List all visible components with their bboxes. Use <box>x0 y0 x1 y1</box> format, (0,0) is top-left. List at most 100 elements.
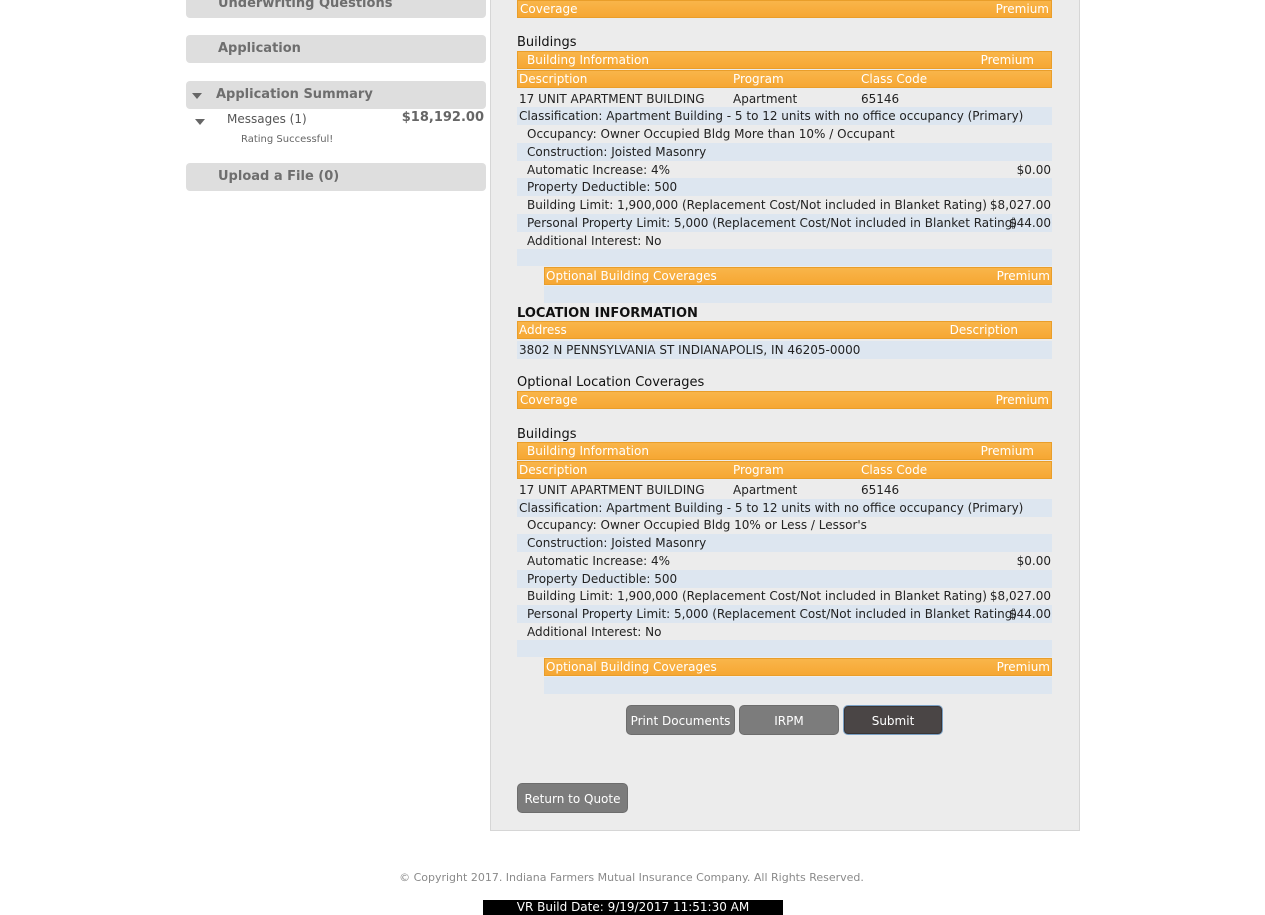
pp-limit-premium: $44.00 <box>1009 607 1051 621</box>
messages-label[interactable]: Messages (1) <box>227 112 307 126</box>
class-code-col: Class Code <box>861 72 928 86</box>
auto-increase-row: Automatic Increase: 4% $0.00 <box>517 552 1052 570</box>
occupancy-text: Occupancy: Owner Occupied Bldg More than… <box>527 127 895 141</box>
irpm-button[interactable]: IRPM <box>739 705 839 735</box>
chevron-down-icon[interactable] <box>195 119 205 125</box>
description-col: Description <box>519 463 588 477</box>
location-header-bar: Address Description <box>517 321 1052 339</box>
premium-col: Premium <box>996 269 1050 283</box>
building-limit-row: Building Limit: 1,900,000 (Replacement C… <box>517 196 1052 214</box>
auto-increase-premium: $0.00 <box>1016 163 1051 177</box>
optional-building-coverages-bar: Optional Building Coverages Premium <box>544 267 1052 285</box>
underwriting-questions-button[interactable]: Underwriting Questions <box>186 0 486 18</box>
copyright-text: © Copyright 2017. Indiana Farmers Mutual… <box>399 871 864 884</box>
blank-row <box>517 640 1052 657</box>
optional-coverages-label: Optional Building Coverages <box>546 660 717 674</box>
buildings-heading: Buildings <box>517 35 577 50</box>
pp-limit-row: Personal Property Limit: 5,000 (Replacem… <box>517 605 1052 623</box>
building-limit-row: Building Limit: 1,900,000 (Replacement C… <box>517 587 1052 605</box>
classification-row: Classification: Apartment Building - 5 t… <box>517 107 1052 125</box>
construction-text: Construction: Joisted Masonry <box>527 536 707 550</box>
rating-status: Rating Successful! <box>241 134 334 145</box>
occupancy-row: Occupancy: Owner Occupied Bldg 10% or Le… <box>517 516 1052 534</box>
occupancy-text: Occupancy: Owner Occupied Bldg 10% or Le… <box>527 518 867 532</box>
submit-button[interactable]: Submit <box>843 705 943 735</box>
pp-limit-row: Personal Property Limit: 5,000 (Replacem… <box>517 214 1052 232</box>
description-col: Description <box>949 323 1018 337</box>
blank-row <box>544 677 1052 694</box>
description-col: Description <box>519 72 588 86</box>
location-address: 3802 N PENNSYLVANIA ST INDIANAPOLIS, IN … <box>519 343 861 357</box>
classification-text: Classification: Apartment Building - 5 t… <box>519 109 1024 123</box>
location-heading: LOCATION INFORMATION <box>517 306 698 321</box>
build-date: VR Build Date: 9/19/2017 11:51:30 AM <box>483 900 783 915</box>
construction-row: Construction: Joisted Masonry <box>517 143 1052 161</box>
building-row: 17 UNIT APARTMENT BUILDING Apartment 651… <box>517 481 1052 499</box>
blank-row <box>517 249 1052 266</box>
buildings-heading: Buildings <box>517 427 577 442</box>
building-info-label: Building Information <box>527 53 649 67</box>
messages-row[interactable]: Messages (1) $18,192.00 <box>186 110 486 130</box>
building-columns-bar: Description Program Class Code <box>517 70 1052 88</box>
premium-col: Premium <box>980 444 1034 458</box>
additional-interest-text: Additional Interest: No <box>527 625 662 639</box>
building-description: 17 UNIT APARTMENT BUILDING <box>519 483 705 497</box>
premium-col: Premium <box>995 2 1049 16</box>
building-info-bar: Building Information Premium <box>517 442 1052 460</box>
auto-increase-row: Automatic Increase: 4% $0.00 <box>517 161 1052 179</box>
premium-col: Premium <box>980 53 1034 67</box>
optional-coverages-label: Optional Building Coverages <box>546 269 717 283</box>
premium-col: Premium <box>995 393 1049 407</box>
building-info-bar: Building Information Premium <box>517 51 1052 69</box>
additional-interest-row: Additional Interest: No <box>517 623 1052 641</box>
pp-limit-text: Personal Property Limit: 5,000 (Replacem… <box>527 216 1018 230</box>
building-limit-premium: $8,027.00 <box>989 589 1051 603</box>
building-program: Apartment <box>733 483 798 497</box>
classification-row: Classification: Apartment Building - 5 t… <box>517 499 1052 517</box>
additional-interest-text: Additional Interest: No <box>527 234 662 248</box>
print-documents-button[interactable]: Print Documents <box>626 705 735 735</box>
auto-increase-text: Automatic Increase: 4% <box>527 163 671 177</box>
program-col: Program <box>733 463 784 477</box>
pp-limit-premium: $44.00 <box>1009 216 1051 230</box>
application-summary-button[interactable]: Application Summary <box>186 81 486 109</box>
building-row: 17 UNIT APARTMENT BUILDING Apartment 651… <box>517 90 1052 108</box>
location-coverage-bar: Coverage Premium <box>517 391 1052 409</box>
application-summary-label: Application Summary <box>216 87 373 102</box>
location-row: 3802 N PENNSYLVANIA ST INDIANAPOLIS, IN … <box>517 341 1052 359</box>
building-program: Apartment <box>733 92 798 106</box>
building-class-code: 65146 <box>861 92 900 106</box>
return-to-quote-button[interactable]: Return to Quote <box>517 783 628 813</box>
deductible-text: Property Deductible: 500 <box>527 572 678 586</box>
building-limit-text: Building Limit: 1,900,000 (Replacement C… <box>527 198 987 212</box>
auto-increase-text: Automatic Increase: 4% <box>527 554 671 568</box>
coverage-col: Coverage <box>520 2 578 16</box>
premium-col: Premium <box>996 660 1050 674</box>
optional-building-coverages-bar: Optional Building Coverages Premium <box>544 658 1052 676</box>
deductible-text: Property Deductible: 500 <box>527 180 678 194</box>
blank-row <box>544 286 1052 303</box>
building-limit-premium: $8,027.00 <box>989 198 1051 212</box>
building-columns-bar: Description Program Class Code <box>517 461 1052 479</box>
auto-increase-premium: $0.00 <box>1016 554 1051 568</box>
upload-file-button[interactable]: Upload a File (0) <box>186 163 486 191</box>
address-col: Address <box>519 323 567 337</box>
building-info-label: Building Information <box>527 444 649 458</box>
total-premium: $18,192.00 <box>401 110 484 125</box>
building-class-code: 65146 <box>861 483 900 497</box>
optional-location-heading: Optional Location Coverages <box>517 375 705 390</box>
program-col: Program <box>733 72 784 86</box>
construction-row: Construction: Joisted Masonry <box>517 534 1052 552</box>
application-button[interactable]: Application <box>186 35 486 63</box>
coverage-header-bar: Coverage Premium <box>517 0 1052 18</box>
building-description: 17 UNIT APARTMENT BUILDING <box>519 92 705 106</box>
pp-limit-text: Personal Property Limit: 5,000 (Replacem… <box>527 607 1018 621</box>
additional-interest-row: Additional Interest: No <box>517 232 1052 250</box>
coverage-col: Coverage <box>520 393 578 407</box>
construction-text: Construction: Joisted Masonry <box>527 145 707 159</box>
building-limit-text: Building Limit: 1,900,000 (Replacement C… <box>527 589 987 603</box>
occupancy-row: Occupancy: Owner Occupied Bldg More than… <box>517 125 1052 143</box>
chevron-down-icon <box>192 93 202 99</box>
classification-text: Classification: Apartment Building - 5 t… <box>519 501 1024 515</box>
deductible-row: Property Deductible: 500 <box>517 570 1052 588</box>
